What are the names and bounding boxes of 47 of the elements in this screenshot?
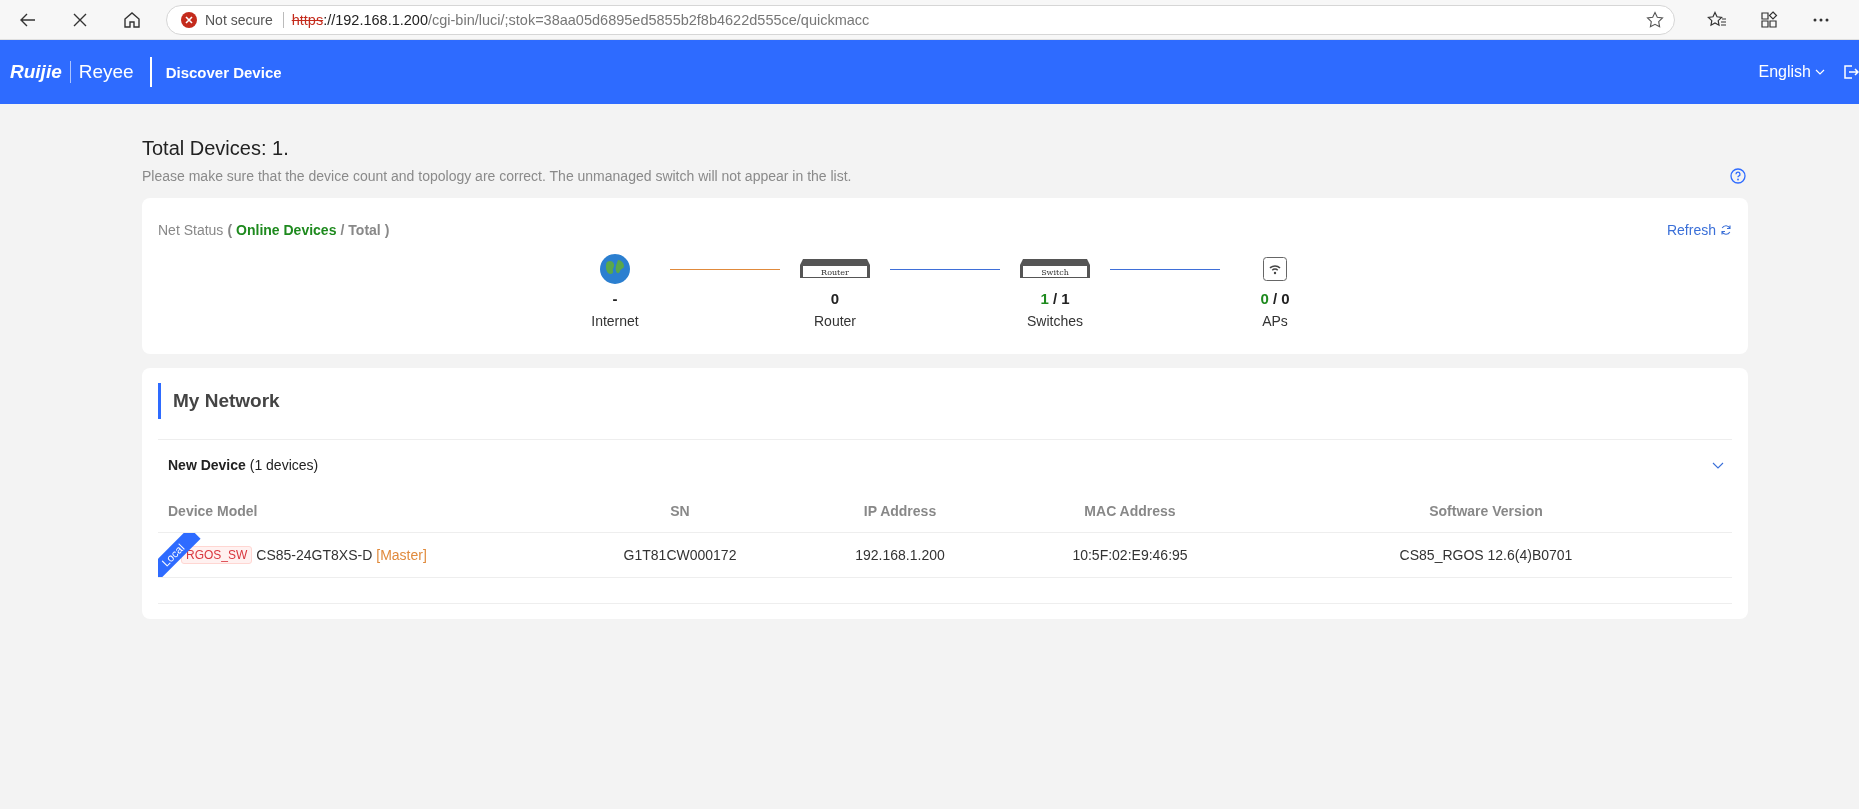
column-header: MAC Address xyxy=(1020,489,1240,533)
brand-logo: Ruijie xyxy=(10,61,62,83)
node-label: APs xyxy=(1262,313,1288,329)
column-header: Device Model xyxy=(158,489,580,533)
security-indicator[interactable]: Not secure xyxy=(181,11,284,28)
section-title: My Network xyxy=(158,383,1732,419)
home-icon xyxy=(123,10,141,29)
hint-text: Please make sure that the device count and topology are correct. The unmanaged switch will not appear in the list. xyxy=(142,168,852,184)
squares-icon xyxy=(1760,10,1778,29)
node-label: Internet xyxy=(591,313,639,329)
language-selector[interactable]: English xyxy=(1752,62,1831,82)
table-cell: CS85_RGOS 12.6(4)B0701 xyxy=(1240,533,1732,578)
sub-brand-logo: Reyee xyxy=(69,61,134,83)
table-cell: 10:5F:02:E9:46:95 xyxy=(1020,533,1240,578)
refresh-icon xyxy=(1720,224,1732,236)
role-label: [Master] xyxy=(376,547,427,563)
model-name: CS85-24GT8XS-D xyxy=(256,547,373,563)
device-count: 0 / 0 xyxy=(1260,290,1290,307)
router-drawing: Router xyxy=(799,258,871,280)
group-title: New Device (1 devices) xyxy=(168,456,319,473)
switch-drawing: Switch xyxy=(1019,258,1091,280)
close-icon xyxy=(73,12,87,27)
refresh-button[interactable]: Refresh xyxy=(1666,222,1732,238)
star-icon[interactable] xyxy=(1646,10,1664,29)
node-label: Switches xyxy=(1027,313,1083,329)
node-label: Router xyxy=(814,313,856,329)
page-title: Discover Device xyxy=(165,63,283,81)
column-header: SN xyxy=(580,489,780,533)
device-count: - xyxy=(612,290,618,307)
help-icon[interactable] xyxy=(1730,168,1746,184)
device-count: 1 / 1 xyxy=(1040,290,1070,307)
wifi-access-point-icon xyxy=(1263,257,1287,281)
star-list-icon xyxy=(1707,10,1727,29)
globe-icon xyxy=(599,253,631,285)
address-bar[interactable]: Not secure https://192.168.1.200/cgi-bin/luci/;stok=38aa05d6895ed5855b2f8b4622d555ce/quickmacc xyxy=(166,4,1675,35)
column-header: Software Version xyxy=(1240,489,1732,533)
table-cell: G1T81CW000172 xyxy=(580,533,780,578)
device-count: 0 xyxy=(830,290,840,307)
net-status-legend: Net Status ( Online Devices / Total ) xyxy=(158,222,394,238)
table-cell: 192.168.1.200 xyxy=(780,533,1020,578)
more-icon xyxy=(1813,17,1829,22)
error-icon xyxy=(181,11,197,28)
url-text: https://192.168.1.200/cgi-bin/luci/;stok=38aa05d6895ed5855b2f8b4622d555ce/quickmacc xyxy=(291,11,871,28)
column-header: IP Address xyxy=(780,489,1020,533)
logout-icon[interactable] xyxy=(1843,64,1859,80)
total-devices-title: Total Devices: 1. xyxy=(142,137,290,160)
caret-icon xyxy=(1815,69,1825,75)
